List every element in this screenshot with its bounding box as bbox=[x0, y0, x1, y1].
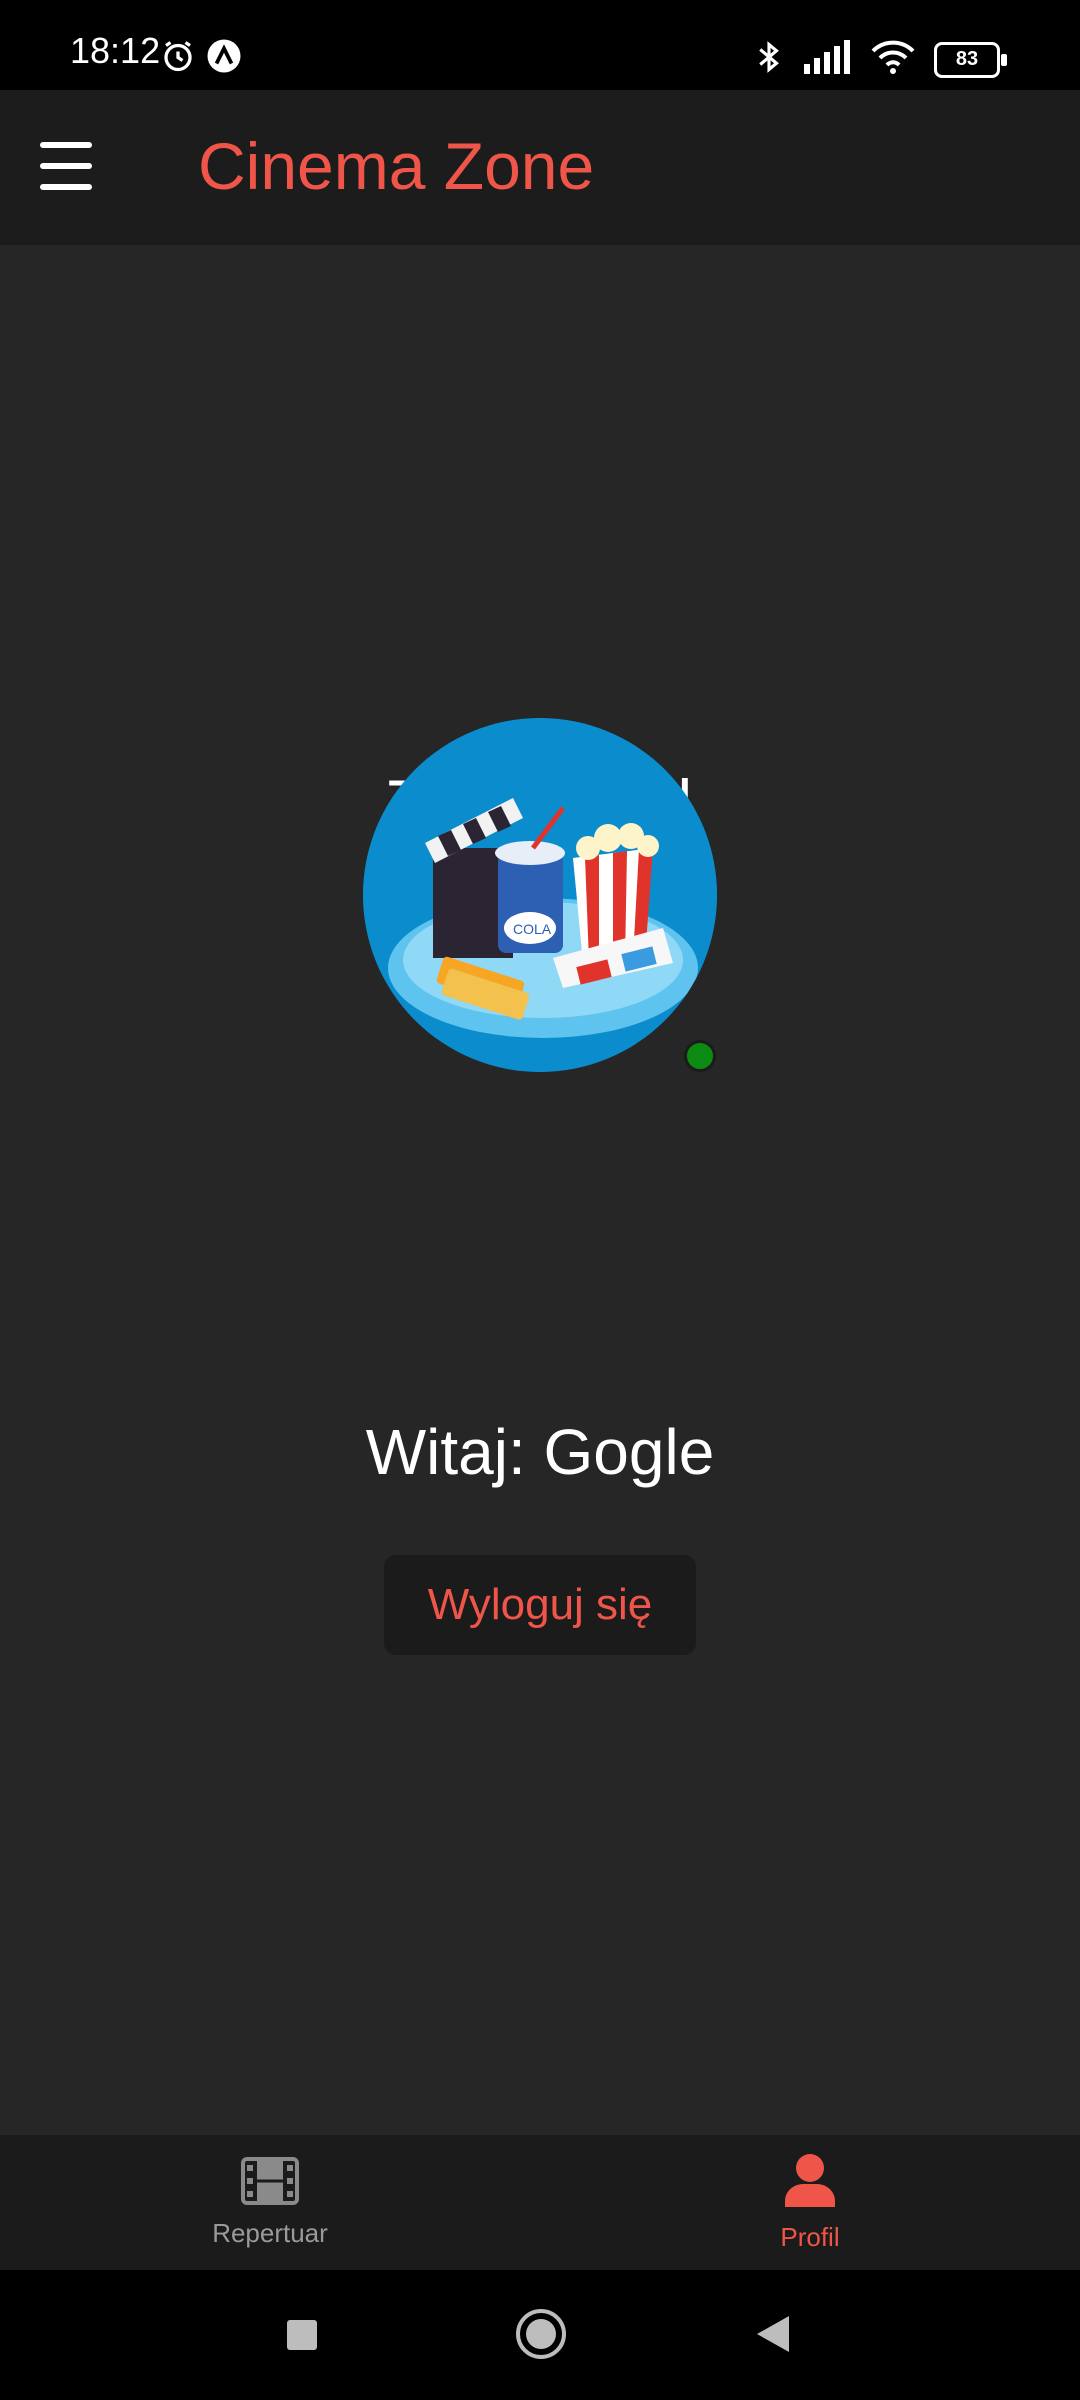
tab-repertuar[interactable]: Repertuar bbox=[0, 2135, 540, 2270]
profile-content: Twój Profil bbox=[0, 245, 1080, 2135]
back-icon[interactable] bbox=[755, 2314, 791, 2359]
welcome-text: Witaj: Gogle bbox=[365, 1416, 715, 1488]
battery-indicator: 83 bbox=[934, 41, 1007, 78]
film-icon bbox=[241, 2156, 299, 2210]
cinema-snacks-illustration-icon: COLA bbox=[363, 718, 717, 1072]
recent-apps-icon[interactable] bbox=[285, 2318, 319, 2357]
tab-profil-label: Profil bbox=[780, 2221, 840, 2252]
logout-button[interactable]: Wyloguj się bbox=[384, 1555, 696, 1655]
status-time: 18:12 bbox=[70, 30, 161, 71]
status-left-icons bbox=[160, 38, 242, 79]
app-notification-icon bbox=[206, 38, 242, 79]
person-icon bbox=[783, 2153, 837, 2214]
app-bar: Cinema Zone bbox=[0, 90, 1080, 245]
svg-text:COLA: COLA bbox=[513, 921, 552, 937]
app-title: Cinema Zone bbox=[198, 129, 595, 203]
hamburger-menu-icon[interactable] bbox=[40, 142, 92, 190]
home-icon[interactable] bbox=[515, 2308, 567, 2365]
system-navigation-bar bbox=[0, 2270, 1080, 2400]
tab-profil[interactable]: Profil bbox=[540, 2135, 1080, 2270]
status-bar: 18:12 83 bbox=[0, 0, 1080, 90]
bluetooth-icon bbox=[754, 38, 784, 81]
tab-repertuar-label: Repertuar bbox=[212, 2217, 328, 2248]
online-status-indicator bbox=[684, 1040, 716, 1072]
bottom-navigation: Repertuar Profil bbox=[0, 2135, 1080, 2270]
wifi-icon bbox=[870, 39, 916, 80]
avatar: COLA bbox=[363, 718, 717, 1072]
status-right-icons: 83 bbox=[754, 38, 1007, 81]
signal-icon bbox=[802, 40, 852, 79]
alarm-icon bbox=[160, 38, 196, 79]
